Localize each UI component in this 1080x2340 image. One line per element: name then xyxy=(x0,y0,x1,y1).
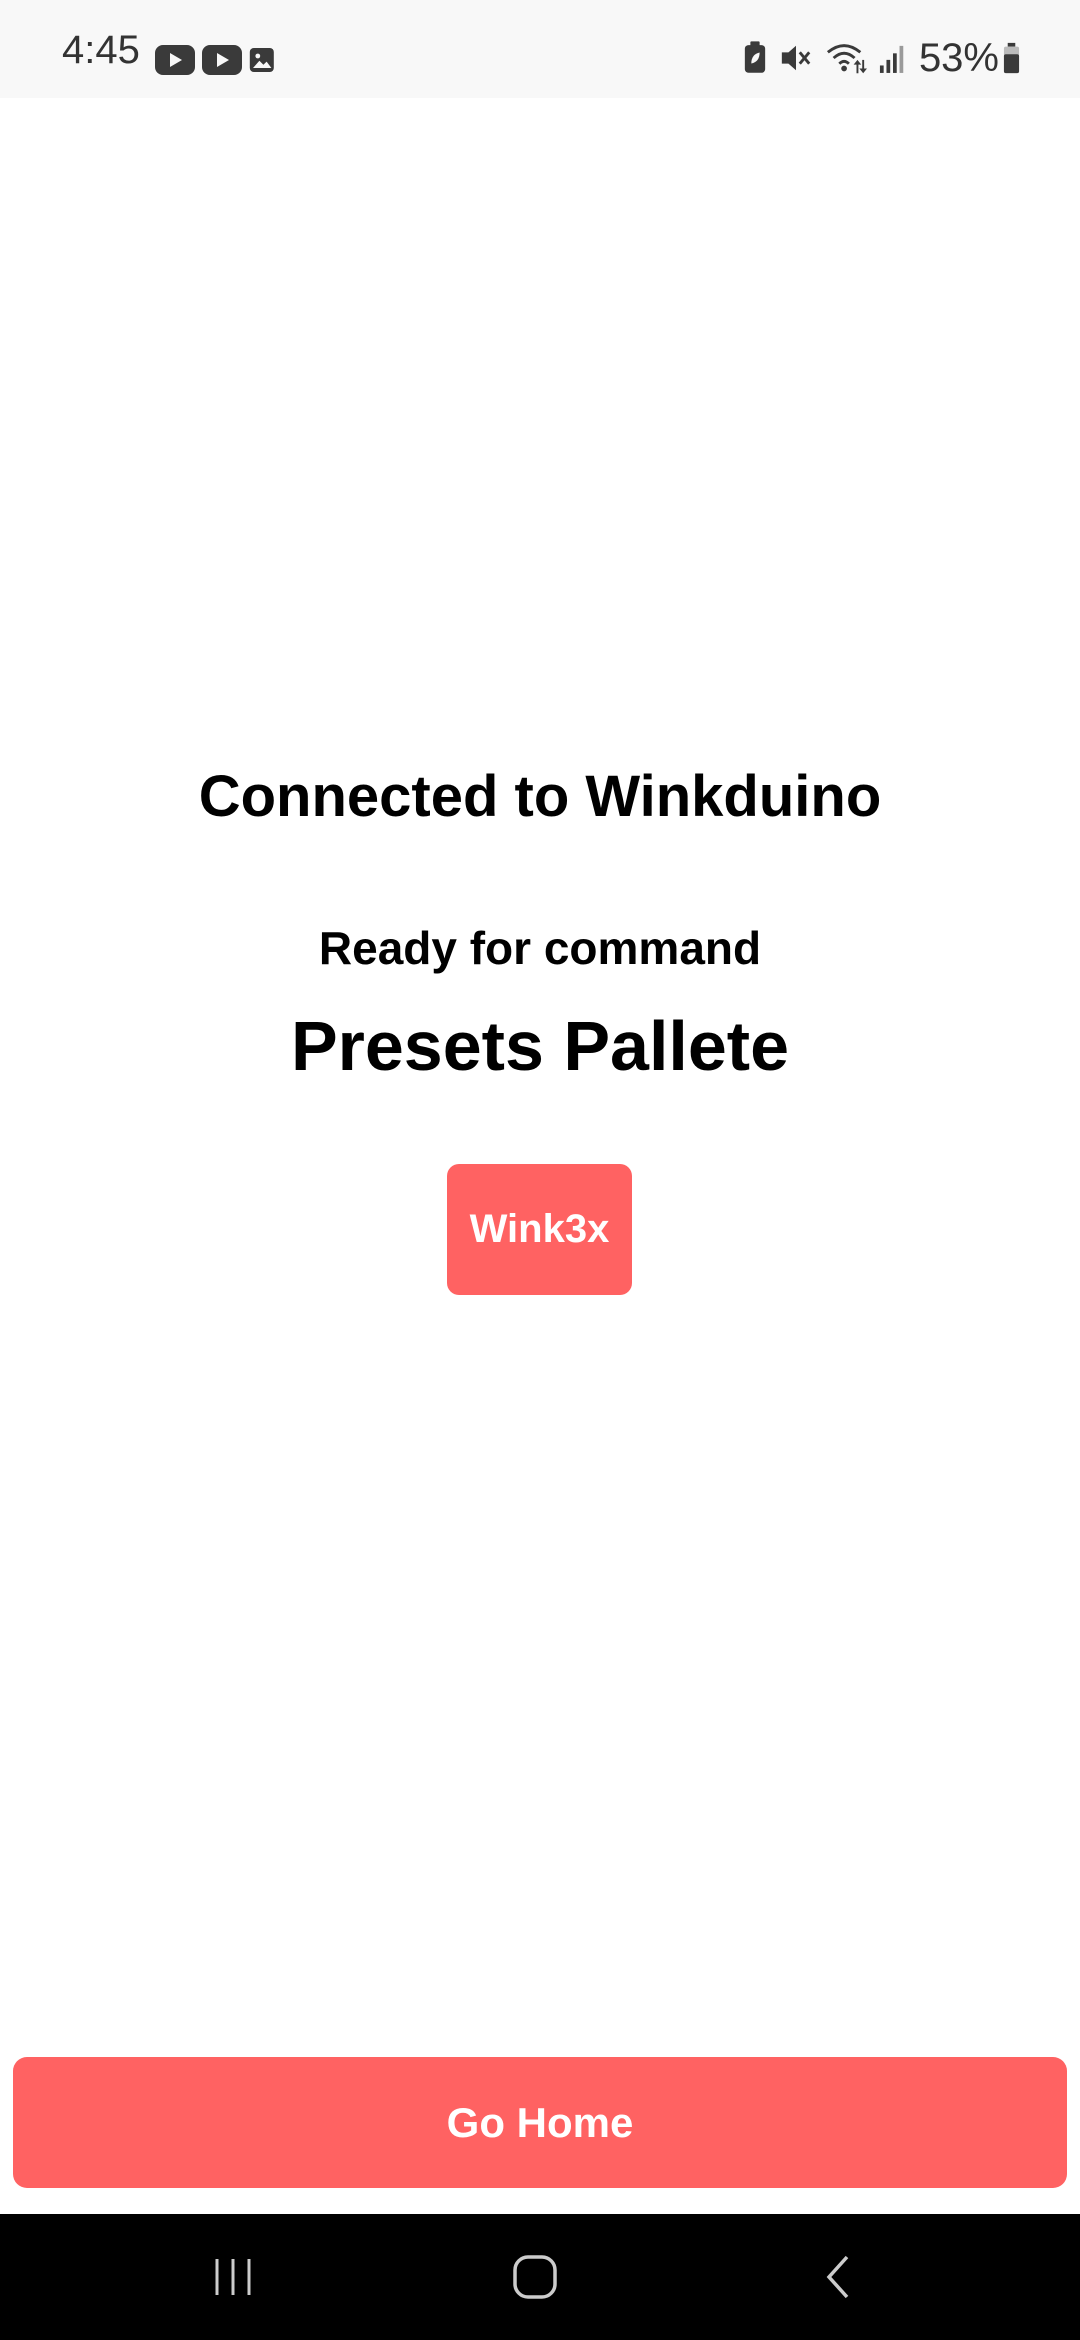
home-nav-button[interactable] xyxy=(455,2214,615,2340)
wifi-icon xyxy=(826,44,867,74)
battery-icon xyxy=(1003,42,1020,74)
battery-saver-icon xyxy=(744,41,766,73)
connection-title: Connected to Winkduino xyxy=(198,764,882,829)
recent-apps-button[interactable] xyxy=(153,2214,313,2340)
youtube-icon xyxy=(202,45,242,75)
notification-icons xyxy=(155,45,281,75)
signal-icon xyxy=(879,45,904,73)
back-icon xyxy=(826,2255,849,2299)
home-icon xyxy=(513,2255,557,2299)
preset-wink3x-button[interactable]: Wink3x xyxy=(447,1164,632,1295)
mute-icon xyxy=(781,45,811,71)
battery-percent: 53% xyxy=(918,36,999,80)
status-text: Ready for command xyxy=(318,922,762,974)
presets-title: Presets Pallete xyxy=(290,1007,790,1085)
youtube-icon xyxy=(155,45,195,75)
system-status-icons: 53% xyxy=(743,38,1020,78)
status-time: 4:45 xyxy=(62,28,140,72)
app-screen: 4:45 53% Connected to Winkduino Ready fo… xyxy=(0,0,1080,2340)
navigation-bar xyxy=(0,2214,1080,2340)
image-icon xyxy=(249,48,274,72)
status-bar: 4:45 53% xyxy=(0,0,1080,98)
recent-apps-icon xyxy=(215,2259,251,2295)
back-button[interactable] xyxy=(758,2214,918,2340)
go-home-button[interactable]: Go Home xyxy=(13,2057,1067,2188)
